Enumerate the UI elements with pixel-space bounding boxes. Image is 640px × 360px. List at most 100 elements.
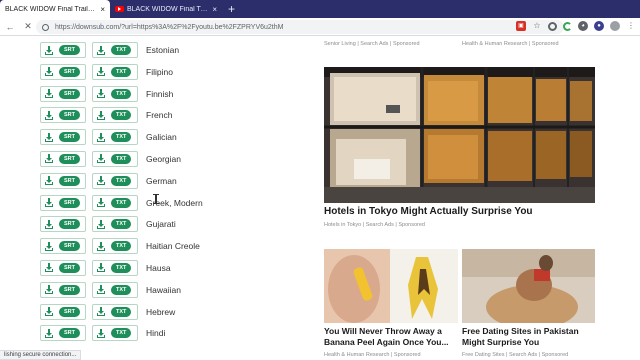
download-txt-button[interactable]: TXT bbox=[92, 194, 138, 211]
download-icon bbox=[97, 219, 105, 229]
browser-toolbar: ← ✕ https://downsub.com/?url=https%3A%2F… bbox=[0, 18, 640, 36]
txt-label: TXT bbox=[111, 175, 132, 186]
language-row: SRT TXT Estonian bbox=[40, 40, 240, 62]
download-txt-button[interactable]: TXT bbox=[92, 172, 138, 189]
srt-label: SRT bbox=[59, 328, 80, 339]
download-icon bbox=[97, 328, 105, 338]
srt-label: SRT bbox=[59, 284, 80, 295]
download-txt-button[interactable]: TXT bbox=[92, 281, 138, 298]
dating-ad-image[interactable] bbox=[462, 249, 595, 323]
loading-icon[interactable] bbox=[563, 21, 572, 31]
download-icon bbox=[45, 67, 53, 77]
status-bar: lishing secure connection... bbox=[0, 350, 82, 360]
download-txt-button[interactable]: TXT bbox=[92, 85, 138, 102]
profile-avatar[interactable] bbox=[610, 21, 620, 31]
ad-meta[interactable]: Hotels in Tokyo | Search Ads | Sponsored bbox=[324, 222, 425, 228]
close-icon[interactable]: × bbox=[212, 5, 217, 14]
txt-label: TXT bbox=[111, 153, 132, 164]
download-srt-button[interactable]: SRT bbox=[40, 194, 86, 211]
srt-label: SRT bbox=[59, 175, 80, 186]
txt-label: TXT bbox=[111, 132, 132, 143]
srt-label: SRT bbox=[59, 306, 80, 317]
toolbar-icons: ▣ ☆ ◕ ● ⋮ bbox=[516, 21, 636, 31]
ad-title[interactable]: Hotels in Tokyo Might Actually Surprise … bbox=[324, 206, 533, 217]
ad-title[interactable]: You Will Never Throw Away a Banana Peel … bbox=[324, 326, 460, 348]
extension-icon[interactable] bbox=[548, 21, 557, 31]
language-row: SRT TXT French bbox=[40, 105, 240, 127]
download-srt-button[interactable]: SRT bbox=[40, 107, 86, 124]
txt-label: TXT bbox=[111, 306, 132, 317]
ad-title[interactable]: Free Dating Sites in Pakistan Might Surp… bbox=[462, 326, 598, 348]
capsule-hotel-image[interactable] bbox=[324, 67, 595, 203]
info-icon[interactable] bbox=[42, 23, 49, 31]
download-icon bbox=[45, 263, 53, 273]
cast-icon[interactable]: ▣ bbox=[516, 21, 526, 31]
download-icon bbox=[45, 285, 53, 295]
ad-meta[interactable]: Health & Human Research | Sponsored bbox=[462, 41, 559, 47]
new-tab-button[interactable]: + bbox=[228, 1, 235, 17]
language-row: SRT TXT Gujarati bbox=[40, 214, 240, 236]
language-row: SRT TXT Hindi bbox=[40, 323, 240, 345]
back-arrow-icon[interactable]: ← bbox=[2, 22, 18, 32]
extension-face-icon[interactable]: ◕ bbox=[578, 21, 588, 31]
download-srt-button[interactable]: SRT bbox=[40, 303, 86, 320]
download-icon bbox=[97, 132, 105, 142]
download-txt-button[interactable]: TXT bbox=[92, 107, 138, 124]
download-txt-button[interactable]: TXT bbox=[92, 303, 138, 320]
download-srt-button[interactable]: SRT bbox=[40, 216, 86, 233]
download-icon bbox=[45, 89, 53, 99]
srt-label: SRT bbox=[59, 219, 80, 230]
txt-label: TXT bbox=[111, 110, 132, 121]
srt-label: SRT bbox=[59, 45, 80, 55]
download-srt-button[interactable]: SRT bbox=[40, 238, 86, 255]
reload-icon[interactable]: ✕ bbox=[20, 21, 36, 32]
download-icon bbox=[97, 176, 105, 186]
extension-blue-icon[interactable]: ● bbox=[594, 21, 604, 31]
text-cursor-icon bbox=[153, 194, 159, 204]
txt-label: TXT bbox=[111, 328, 132, 339]
download-icon bbox=[45, 154, 53, 164]
download-srt-button[interactable]: SRT bbox=[40, 281, 86, 298]
tab-youtube[interactable]: BLACK WIDOW Final Trailer (202 × bbox=[110, 0, 222, 18]
download-txt-button[interactable]: TXT bbox=[92, 238, 138, 255]
language-row: SRT TXT German bbox=[40, 171, 240, 193]
close-icon[interactable]: × bbox=[100, 5, 105, 14]
menu-icon[interactable]: ⋮ bbox=[626, 21, 636, 31]
download-srt-button[interactable]: SRT bbox=[40, 325, 86, 342]
download-txt-button[interactable]: TXT bbox=[92, 42, 138, 58]
download-srt-button[interactable]: SRT bbox=[40, 63, 86, 80]
url-text: https://downsub.com/?url=https%3A%2F%2Fy… bbox=[55, 23, 284, 31]
tab-title: BLACK WIDOW Final Trailer (202 bbox=[127, 5, 209, 13]
download-txt-button[interactable]: TXT bbox=[92, 259, 138, 276]
tab-downsub[interactable]: BLACK WIDOW Final Trailer (202 × bbox=[0, 0, 110, 18]
download-icon bbox=[45, 241, 53, 251]
subtitle-language-list: SRT TXT Estonian SRT TXT Filipino SRT TXT Finnis… bbox=[40, 40, 240, 345]
language-name: German bbox=[146, 175, 177, 186]
language-name: Hindi bbox=[146, 328, 166, 339]
download-srt-button[interactable]: SRT bbox=[40, 259, 86, 276]
download-srt-button[interactable]: SRT bbox=[40, 150, 86, 167]
youtube-icon bbox=[115, 6, 124, 12]
download-txt-button[interactable]: TXT bbox=[92, 216, 138, 233]
download-icon bbox=[97, 198, 105, 208]
banana-peel-image[interactable] bbox=[324, 249, 458, 323]
download-icon bbox=[45, 198, 53, 208]
srt-label: SRT bbox=[59, 66, 80, 77]
language-row: SRT TXT Haitian Creole bbox=[40, 236, 240, 258]
language-name: French bbox=[146, 110, 173, 121]
download-srt-button[interactable]: SRT bbox=[40, 42, 86, 58]
download-srt-button[interactable]: SRT bbox=[40, 85, 86, 102]
download-txt-button[interactable]: TXT bbox=[92, 129, 138, 146]
ad-meta[interactable]: Senior Living | Search Ads | Sponsored bbox=[324, 41, 420, 47]
download-srt-button[interactable]: SRT bbox=[40, 172, 86, 189]
star-icon[interactable]: ☆ bbox=[532, 21, 542, 31]
download-txt-button[interactable]: TXT bbox=[92, 150, 138, 167]
srt-label: SRT bbox=[59, 262, 80, 273]
address-bar[interactable]: https://downsub.com/?url=https%3A%2F%2Fy… bbox=[36, 20, 564, 34]
download-txt-button[interactable]: TXT bbox=[92, 63, 138, 80]
srt-label: SRT bbox=[59, 110, 80, 121]
download-srt-button[interactable]: SRT bbox=[40, 129, 86, 146]
ad-meta[interactable]: Health & Human Research | Sponsored bbox=[324, 352, 421, 358]
download-txt-button[interactable]: TXT bbox=[92, 325, 138, 342]
ad-meta[interactable]: Free Dating Sites | Search Ads | Sponsor… bbox=[462, 352, 568, 358]
